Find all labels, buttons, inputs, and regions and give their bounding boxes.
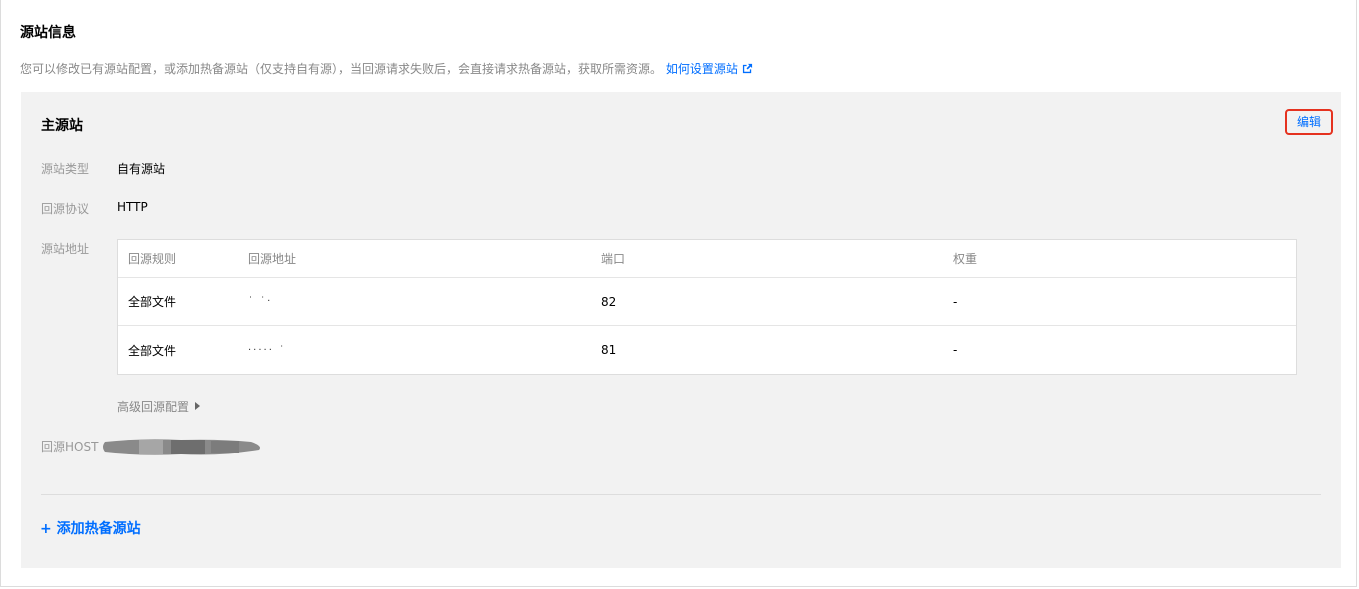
protocol-label: 回源协议: [41, 202, 90, 216]
protocol-value: HTTP: [117, 200, 148, 214]
description-text: 您可以修改已有源站配置，或添加热备源站（仅支持自有源），当回源请求失败后，会直接…: [20, 62, 663, 76]
host-label: 回源HOST: [41, 440, 99, 454]
origin-table: 回源规则 回源地址 端口 权重 全部文件 ˙ ˙· 82 - 全部文件 ····…: [117, 239, 1297, 375]
header-address: 回源地址: [248, 252, 297, 266]
cell-port: 82: [601, 294, 617, 309]
divider: [41, 494, 1321, 495]
table-header: 回源规则 回源地址 端口 权重: [118, 240, 1296, 278]
advanced-config-label: 高级回源配置: [117, 400, 190, 414]
help-link[interactable]: 如何设置源站: [666, 62, 753, 76]
add-backup-origin-button[interactable]: + 添加热备源站: [40, 518, 141, 538]
cell-port: 81: [601, 343, 617, 357]
origin-type-label: 源站类型: [41, 162, 90, 176]
header-port: 端口: [601, 252, 626, 266]
caret-right-icon: [195, 402, 201, 410]
edit-button[interactable]: 编辑: [1285, 109, 1333, 135]
table-row: 全部文件 ····· ˙ 81 -: [118, 326, 1296, 374]
cell-address: ····· ˙: [248, 344, 287, 356]
address-label: 源站地址: [41, 242, 90, 256]
help-link-label: 如何设置源站: [665, 62, 738, 76]
cell-rule: 全部文件: [128, 295, 177, 309]
header-rule: 回源规则: [128, 252, 177, 266]
table-row: 全部文件 ˙ ˙· 82 -: [118, 278, 1296, 326]
header-weight: 权重: [953, 252, 978, 266]
panel-title: 主源站: [41, 118, 83, 134]
origin-type-value: 自有源站: [117, 162, 166, 176]
cell-address: ˙ ˙·: [248, 296, 273, 307]
advanced-config-toggle[interactable]: 高级回源配置: [117, 398, 201, 415]
section-description: 您可以修改已有源站配置，或添加热备源站（仅支持自有源），当回源请求失败后，会直接…: [20, 60, 753, 77]
cell-weight: -: [953, 294, 958, 309]
external-link-icon: [742, 63, 752, 74]
primary-origin-panel: 主源站 编辑 源站类型 自有源站 回源协议 HTTP 源站地址 回源规则 回源地…: [21, 92, 1341, 568]
cell-rule: 全部文件: [128, 343, 177, 358]
section-title: 源站信息: [20, 25, 76, 41]
cell-weight: -: [953, 343, 958, 357]
redacted-host-value: [103, 439, 260, 455]
